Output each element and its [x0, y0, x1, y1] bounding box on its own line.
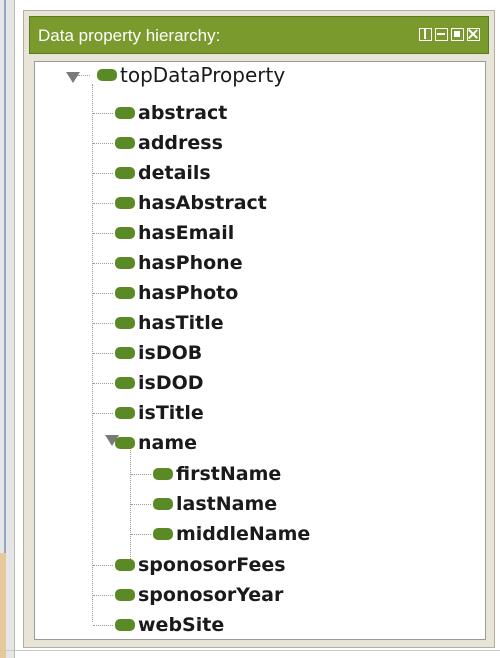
- tree-node-label: topDataProperty: [120, 63, 286, 87]
- tree-node-sponosorYear[interactable]: sponosorYear: [115, 582, 283, 608]
- tree-node-lastName[interactable]: lastName: [153, 491, 277, 517]
- tree-branch: [93, 143, 113, 144]
- data-property-icon: [115, 317, 135, 329]
- tree-node-label: firstName: [176, 463, 282, 485]
- tree-node-label: hasAbstract: [138, 192, 267, 214]
- tree-branch: [93, 233, 113, 234]
- data-property-icon: [115, 287, 135, 299]
- tree-branch: [93, 625, 113, 626]
- tree-node-label: address: [138, 132, 223, 154]
- data-property-hierarchy-panel: Data property hierarchy: topDataProperty…: [23, 10, 495, 648]
- data-property-icon: [115, 227, 135, 239]
- panel-controls: [419, 28, 480, 41]
- tree-node-hasPhone[interactable]: hasPhone: [115, 250, 243, 276]
- tree-node-isDOD[interactable]: isDOD: [115, 370, 204, 396]
- tree-node-label: webSite: [138, 614, 225, 636]
- tree-node-label: isDOB: [138, 342, 203, 364]
- split-view-icon[interactable]: [419, 28, 432, 41]
- tree-node-sponosorFees[interactable]: sponosorFees: [115, 552, 286, 578]
- tree-branch: [93, 413, 113, 414]
- tree-node-isDOB[interactable]: isDOB: [115, 340, 202, 366]
- tree-branch: [93, 323, 113, 324]
- data-property-icon: [115, 619, 135, 631]
- tree-node-details[interactable]: details: [115, 160, 211, 186]
- tree-node-label: lastName: [176, 493, 278, 515]
- tree-branch: [93, 595, 113, 596]
- tree-branch: [93, 383, 113, 384]
- tree-node-label: middleName: [176, 523, 311, 545]
- tree-node-hasAbstract[interactable]: hasAbstract: [115, 190, 267, 216]
- tree-branch: [131, 474, 151, 475]
- tree-node-webSite[interactable]: webSite: [115, 612, 224, 638]
- tree-node-label: hasPhone: [138, 252, 243, 274]
- tree-branch: [93, 203, 113, 204]
- tree-node-isTitle[interactable]: isTitle: [115, 400, 204, 426]
- tree-node-label: hasEmail: [138, 222, 235, 244]
- tree-branch: [131, 504, 151, 505]
- tree-node-label: sponosorYear: [138, 584, 284, 606]
- tree-node-label: name: [138, 432, 198, 454]
- left-window-edge: [0, 0, 15, 658]
- panel-title: Data property hierarchy:: [38, 26, 221, 45]
- data-property-icon: [115, 107, 135, 119]
- data-property-icon: [153, 468, 173, 480]
- data-property-icon: [115, 377, 135, 389]
- data-property-icon: [115, 407, 135, 419]
- data-property-icon: [115, 167, 135, 179]
- data-property-icon: [115, 197, 135, 209]
- data-property-icon: [115, 137, 135, 149]
- minimize-icon[interactable]: [435, 28, 448, 41]
- maximize-icon[interactable]: [451, 28, 464, 41]
- tree-node-label: isTitle: [138, 402, 204, 424]
- data-property-icon: [97, 69, 117, 81]
- tree-node-label: details: [138, 162, 211, 184]
- tree-node-label: sponosorFees: [138, 554, 286, 576]
- data-property-icon: [115, 257, 135, 269]
- data-property-icon: [115, 347, 135, 359]
- tree-node-abstract[interactable]: abstract: [115, 100, 227, 126]
- expand-toggle-icon[interactable]: [66, 72, 80, 83]
- tree-branch: [93, 565, 113, 566]
- data-property-icon: [115, 559, 135, 571]
- data-property-icon: [115, 437, 135, 449]
- tree-branch: [93, 173, 113, 174]
- tree-branch: [131, 534, 151, 535]
- left-edge-accent: [0, 553, 6, 658]
- tree-branch: [93, 353, 113, 354]
- tree-branch: [93, 113, 113, 114]
- tree-node-topDataProperty[interactable]: topDataProperty: [97, 62, 285, 88]
- tree-node-middleName[interactable]: middleName: [153, 521, 310, 547]
- tree-node-hasTitle[interactable]: hasTitle: [115, 310, 224, 336]
- tree-node-firstName[interactable]: firstName: [153, 461, 281, 487]
- tree-node-address[interactable]: address: [115, 130, 223, 156]
- tree-branch: [93, 293, 113, 294]
- data-property-icon: [153, 498, 173, 510]
- tree-node-name[interactable]: name: [115, 430, 197, 456]
- panel-header: Data property hierarchy:: [29, 16, 489, 54]
- tree-branch: [93, 263, 113, 264]
- tree-node-label: hasPhoto: [138, 282, 239, 304]
- tree-node-label: isDOD: [138, 372, 204, 394]
- tree-node-hasPhoto[interactable]: hasPhoto: [115, 280, 238, 306]
- window-bottom-border: [0, 650, 500, 651]
- close-icon[interactable]: [467, 28, 480, 41]
- tree-node-hasEmail[interactable]: hasEmail: [115, 220, 234, 246]
- data-property-icon: [115, 589, 135, 601]
- data-property-icon: [153, 528, 173, 540]
- tree-node-label: hasTitle: [138, 312, 224, 334]
- tree-node-label: abstract: [138, 102, 228, 124]
- property-tree: topDataProperty abstract address details…: [34, 61, 486, 640]
